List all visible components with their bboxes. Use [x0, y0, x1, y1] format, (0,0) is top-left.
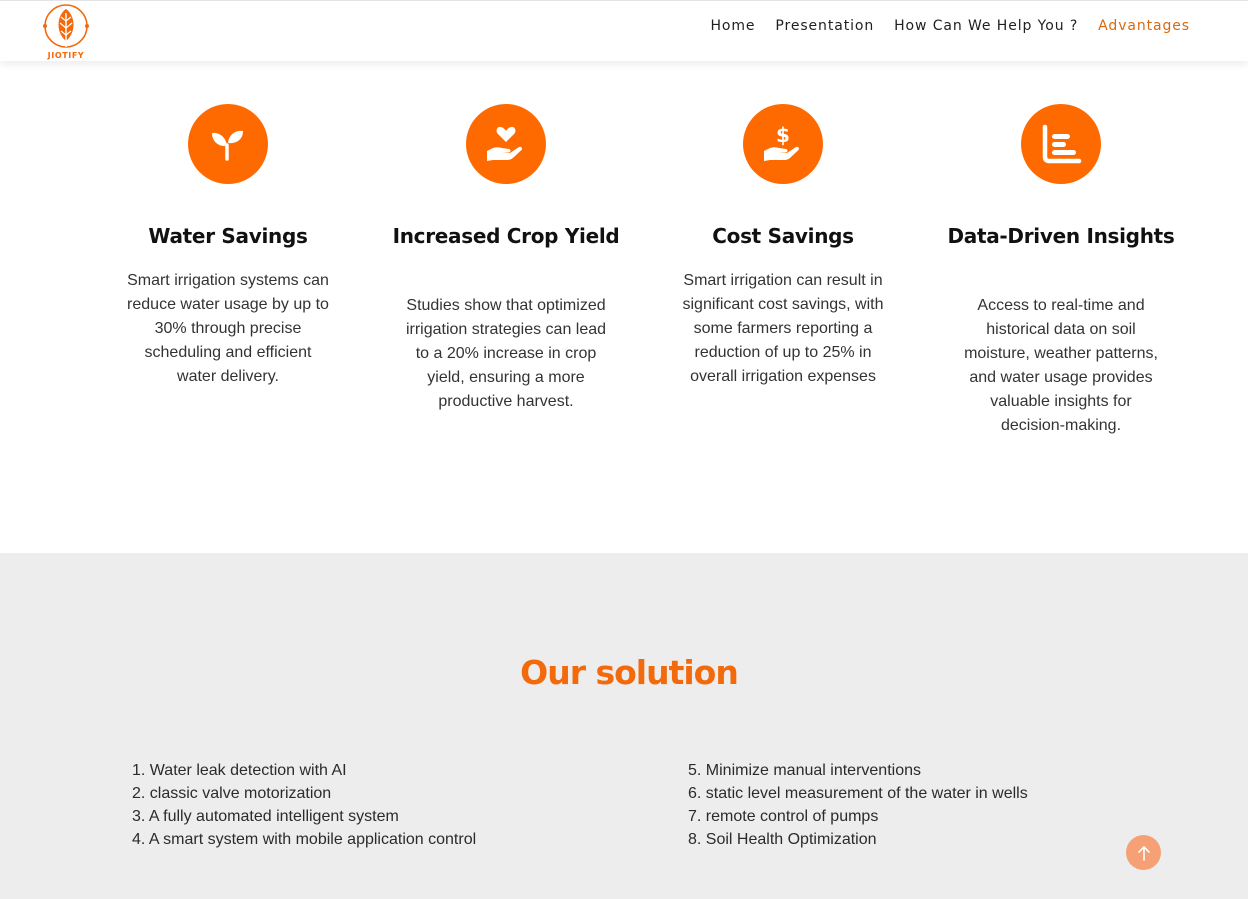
solution-title: Our solution — [520, 653, 739, 692]
nav-presentation[interactable]: Presentation — [775, 18, 874, 34]
card-text: Smart irrigation can result in significa… — [682, 272, 884, 385]
leaf-logo-icon — [43, 4, 89, 48]
nav-home[interactable]: Home — [710, 18, 755, 34]
advantage-card-crop-yield: Increased Crop Yield Studies show that o… — [391, 104, 621, 414]
card-text: Access to real-time and historical data … — [964, 297, 1158, 434]
card-title: Increased Crop Yield — [392, 224, 620, 248]
list-item: 2. classic valve motorization — [132, 785, 332, 802]
card-text: Studies show that optimized irrigation s… — [405, 297, 607, 410]
nav-advantages[interactable]: Advantages — [1098, 18, 1190, 34]
hand-dollar-icon: $ — [743, 104, 823, 184]
sprout-icon — [188, 104, 268, 184]
advantage-card-data-insights: Data-Driven Insights Access to real-time… — [946, 104, 1176, 438]
advantages-section: Water Savings Smart irrigation systems c… — [0, 61, 1248, 553]
chart-icon — [1021, 104, 1101, 184]
list-item: 4. A smart system with mobile applicatio… — [132, 831, 477, 848]
list-item: 3. A fully automated intelligent system — [132, 808, 399, 825]
list-item: 6. static level measurement of the water… — [688, 785, 1028, 802]
nav-help[interactable]: How Can We Help You ? — [894, 18, 1078, 34]
card-title: Data-Driven Insights — [947, 224, 1175, 248]
advantage-card-water-savings: Water Savings Smart irrigation systems c… — [113, 104, 343, 389]
svg-text:$: $ — [776, 123, 790, 147]
list-item: 5. Minimize manual interventions — [688, 762, 921, 779]
scroll-to-top-button[interactable] — [1126, 835, 1161, 870]
solution-list-right: 5. Minimize manual interventions 6. stat… — [688, 759, 1028, 851]
advantage-card-cost-savings: $ Cost Savings Smart irrigation can resu… — [668, 104, 898, 389]
solution-section: Our solution 1. Water leak detection wit… — [0, 553, 1248, 899]
list-item: 7. remote control of pumps — [688, 808, 879, 825]
list-item: 1. Water leak detection with AI — [132, 762, 347, 779]
arrow-up-icon — [1137, 845, 1150, 861]
site-header: JIOTIFY Home Presentation How Can We Hel… — [0, 0, 1248, 61]
logo-text: JIOTIFY — [47, 51, 85, 60]
card-text: Smart irrigation systems can reduce wate… — [127, 272, 329, 385]
card-title: Water Savings — [148, 224, 308, 248]
hand-heart-icon — [466, 104, 546, 184]
list-item: 8. Soil Health Optimization — [688, 831, 877, 848]
main-nav: Home Presentation How Can We Help You ? … — [710, 18, 1190, 34]
card-title: Cost Savings — [712, 224, 854, 248]
logo[interactable]: JIOTIFY — [40, 3, 92, 61]
solution-list-left: 1. Water leak detection with AI 2. class… — [132, 759, 476, 851]
